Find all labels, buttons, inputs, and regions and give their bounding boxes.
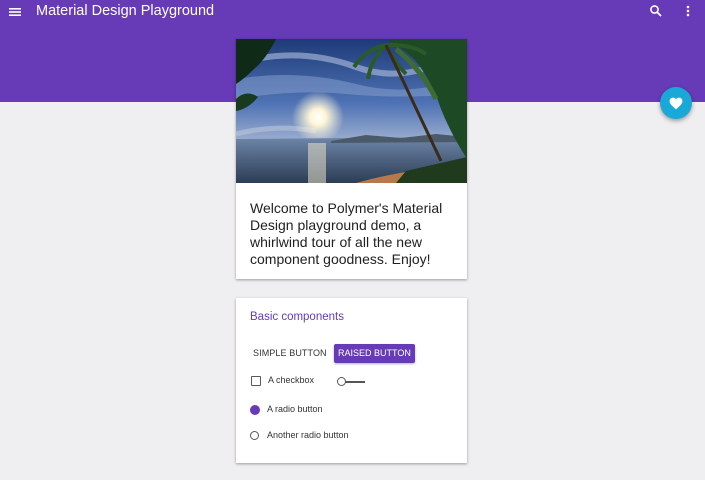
toggle-switch[interactable] [337,377,365,387]
welcome-text: Welcome to Polymer's Material Design pla… [250,200,443,267]
radio-button-selected[interactable] [250,405,260,415]
menu-icon[interactable] [8,5,22,19]
basic-components-card: Basic components SIMPLE BUTTON RAISED BU… [236,298,467,463]
toggle-track [344,381,365,383]
search-icon[interactable] [649,4,663,18]
radio-button-unselected[interactable] [250,431,259,440]
checkbox[interactable] [251,376,261,386]
heart-icon [669,97,683,109]
more-vert-icon[interactable] [681,4,695,18]
welcome-card: Welcome to Polymer's Material Design pla… [236,39,467,279]
simple-button[interactable]: SIMPLE BUTTON [250,344,330,363]
card-heading: Basic components [250,311,344,323]
checkbox-label: A checkbox [268,375,315,385]
radio-label: A radio button [267,404,323,414]
app-title: Material Design Playground [36,3,215,19]
favorite-fab-button[interactable] [660,87,692,119]
toggle-knob[interactable] [337,377,346,386]
raised-button[interactable]: RAISED BUTTON [334,344,415,363]
hero-image [236,39,467,183]
radio-label: Another radio button [267,430,349,440]
